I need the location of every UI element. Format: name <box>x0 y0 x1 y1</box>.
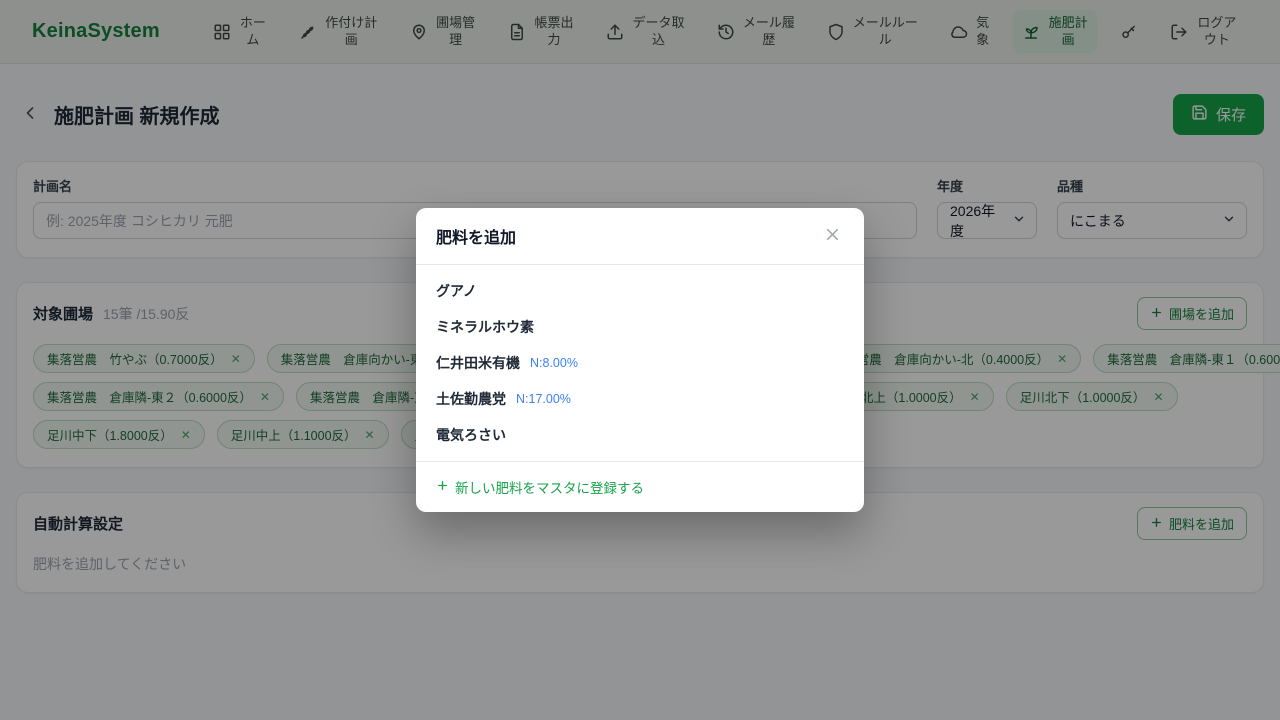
register-new-fertilizer-link[interactable]: 新しい肥料をマスタに登録する <box>436 477 644 497</box>
modal-header: 肥料を追加 <box>416 208 864 265</box>
fertilizer-list-item[interactable]: 仁井田米有機 N:8.00% <box>416 345 864 381</box>
modal-title: 肥料を追加 <box>436 224 516 248</box>
fertilizer-name: 電気ろさい <box>436 425 506 445</box>
register-new-fertilizer-label: 新しい肥料をマスタに登録する <box>455 477 644 497</box>
fertilizer-name: ミネラルホウ素 <box>436 317 534 337</box>
fertilizer-list-item[interactable]: グアノ <box>416 273 864 309</box>
fertilizer-list-item[interactable]: 電気ろさい <box>416 417 864 453</box>
fertilizer-name: 仁井田米有機 <box>436 353 520 373</box>
fertilizer-n-value: N:17.00% <box>516 392 571 406</box>
fertilizer-list: グアノミネラルホウ素仁井田米有機 N:8.00% 土佐勤農党 N:17.00% 電気ろさ… <box>416 265 864 461</box>
modal-close-button[interactable] <box>821 223 844 249</box>
fertilizer-list-item[interactable]: 土佐勤農党 N:17.00% <box>416 381 864 417</box>
plus-icon <box>436 479 449 495</box>
modal-footer: 新しい肥料をマスタに登録する <box>416 461 864 512</box>
fertilizer-name: 土佐勤農党 <box>436 389 506 409</box>
fertilizer-list-item[interactable]: ミネラルホウ素 <box>416 309 864 345</box>
fertilizer-n-value: N:8.00% <box>530 356 578 370</box>
fertilizer-name: グアノ <box>436 281 477 301</box>
add-fertilizer-modal: 肥料を追加 グアノミネラルホウ素仁井田米有機 N:8.00% 土佐勤農党 N:17.0… <box>416 208 864 512</box>
close-icon <box>823 225 842 247</box>
